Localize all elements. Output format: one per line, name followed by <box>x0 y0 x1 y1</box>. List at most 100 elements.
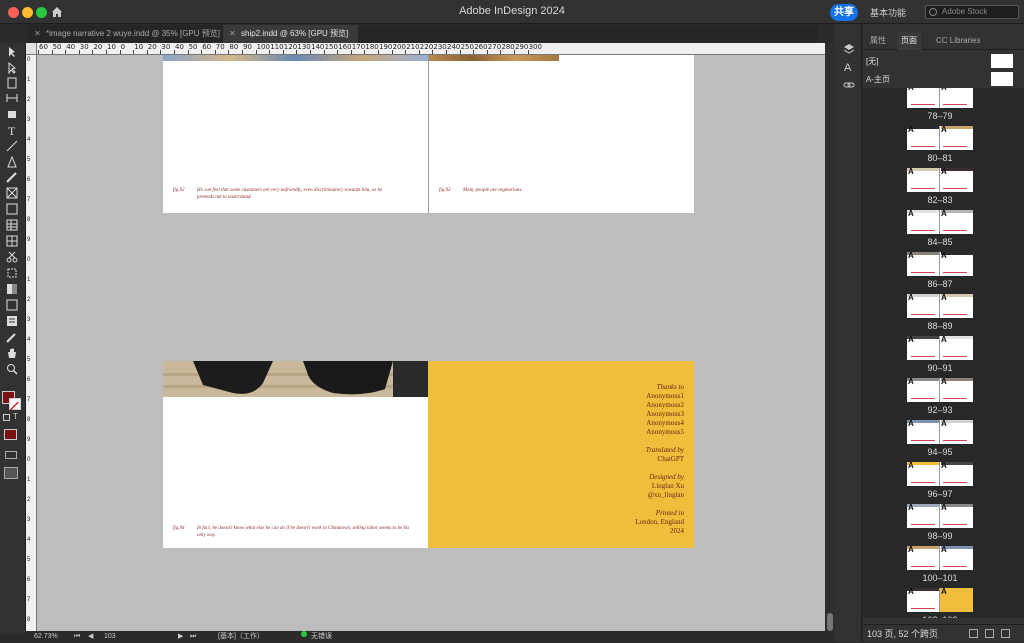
spread-thumbnail[interactable]: A A 90–91 <box>907 335 973 373</box>
vertical-ruler[interactable]: 0 1 2 3 4 5 6 7 8 9 0 1 2 3 4 5 6 7 8 9 0 1 2 3 4 5 6 7 8 <box>26 43 37 631</box>
spread-thumbnail[interactable]: A A 86–87 <box>907 251 973 289</box>
ruler-origin[interactable] <box>26 43 37 55</box>
page-left-bottom[interactable]: fig.94 In fact, he doesn't know what els… <box>163 361 428 548</box>
ruler-tick-label: 4 <box>27 337 31 343</box>
delete-page-icon[interactable] <box>1001 629 1010 638</box>
ruler-tick-label: 190 <box>379 43 393 51</box>
credits-page[interactable]: Thanks to Anonymous1 Anonymous2 Anonymou… <box>428 361 694 548</box>
page-right-top[interactable]: fig.93 Many people are vegetarians. <box>428 55 694 213</box>
ruler-tick <box>78 50 80 54</box>
ruler-tick-label: 100 <box>256 43 270 51</box>
grid-tool-icon[interactable] <box>5 234 19 247</box>
spread-thumbnail[interactable]: A A 94–95 <box>907 419 973 457</box>
workspace-switcher[interactable]: 基本功能 <box>870 6 906 19</box>
search-placeholder: Adobe Stock <box>942 7 988 16</box>
preflight-errors[interactable]: 无错误 <box>311 631 332 642</box>
page-number-field[interactable]: 103 <box>104 631 116 642</box>
spread-thumbnail[interactable]: A A 82–83 <box>907 167 973 205</box>
horizontal-ruler[interactable]: 60 50 40 30 20 10 0 10 20 30 40 50 60 70 80 90 100 110 120… <box>37 43 825 55</box>
tab-pages[interactable]: 页面 <box>897 32 921 50</box>
spread-thumbnail[interactable]: A A 98–99 <box>907 503 973 541</box>
note-tool-icon[interactable] <box>5 314 19 326</box>
close-tab-icon[interactable]: ✕ <box>229 25 236 43</box>
free-transform-tool-icon[interactable] <box>5 266 19 278</box>
tab-ship2[interactable]: ✕ ship2.indd @ 63% [GPU 预览] <box>223 25 358 43</box>
ruler-tick-label: 5 <box>27 357 31 363</box>
scrollbar-thumb[interactable] <box>827 613 833 631</box>
selection-tool-icon[interactable] <box>5 45 19 57</box>
prev-page-button[interactable]: ◀ <box>88 631 93 642</box>
spread-thumbnail[interactable]: A A 96–97 <box>907 461 973 499</box>
zoom-tool-icon[interactable] <box>5 362 19 375</box>
thumb-caption-line <box>911 482 935 483</box>
table-tool-icon[interactable] <box>5 218 19 231</box>
ruler-tick <box>133 50 135 54</box>
tab-cc-libraries[interactable]: CC Libraries <box>936 32 980 50</box>
page-left-top[interactable]: fig.92 He can feel that some customers a… <box>163 55 428 213</box>
spread-thumbnail[interactable]: A A 84–85 <box>907 209 973 247</box>
ruler-tick <box>255 50 257 54</box>
master-letter: A <box>908 587 914 596</box>
screen-mode-icon[interactable] <box>4 467 18 479</box>
spread-thumbnail[interactable]: A A 100–101 <box>907 545 973 583</box>
pencil-tool-icon[interactable] <box>5 170 19 183</box>
ruler-tick <box>418 50 420 54</box>
eyedropper-tool-icon[interactable] <box>5 330 19 343</box>
spread-thumbnail[interactable]: AA78–79 <box>907 88 973 121</box>
type-tool-icon[interactable]: T <box>5 123 19 138</box>
tab-properties[interactable]: 属性 <box>870 32 886 50</box>
formatting-affects-text-icon[interactable]: T <box>13 412 18 421</box>
content-collector-icon[interactable] <box>5 106 19 118</box>
spread-thumbnail[interactable]: A A 80–81 <box>907 125 973 163</box>
vertical-scrollbar[interactable] <box>825 43 835 631</box>
first-page-button[interactable]: ⏮ <box>74 631 80 642</box>
gradient-tool-icon[interactable] <box>5 282 19 294</box>
master-a[interactable]: A-主页 <box>863 70 1024 89</box>
ruler-tick-label: 80 <box>229 43 239 51</box>
new-page-icon[interactable] <box>985 629 994 638</box>
preflight-profile[interactable]: [基本]（工作） <box>218 631 264 642</box>
pasteboard[interactable]: fig.92 He can feel that some customers a… <box>37 55 825 631</box>
master-letter: A <box>908 335 914 344</box>
adobe-stock-search-input[interactable]: Adobe Stock <box>925 5 1019 19</box>
tab-image-narrative[interactable]: ✕ *image narrative 2 wuye.indd @ 35% [GP… <box>28 25 223 43</box>
last-page-button[interactable]: ⏭ <box>190 631 196 642</box>
character-styles-icon[interactable]: A <box>843 59 855 74</box>
share-button[interactable]: 共享 <box>830 4 858 21</box>
gradient-feather-tool-icon[interactable] <box>5 298 19 311</box>
gap-tool-icon[interactable] <box>5 91 19 103</box>
spread-thumbnail[interactable]: A A 88–89 <box>907 293 973 331</box>
page-thumbnail-list[interactable]: AA78–79 AA80–81 AA82–83 AA84–85 AA86–87 AA88–… <box>863 88 1024 618</box>
ruler-tick-label: 50 <box>188 43 198 51</box>
zoom-level[interactable]: 62.73% <box>34 631 58 642</box>
stroke-swatch[interactable] <box>9 398 21 411</box>
ruler-tick-label: 90 <box>243 43 252 51</box>
master-letter: A <box>941 209 947 218</box>
ruler-tick <box>446 50 447 54</box>
pen-tool-icon[interactable] <box>5 155 19 168</box>
ruler-tick-label: 30 <box>79 43 89 51</box>
next-page-button[interactable]: ▶ <box>178 631 183 642</box>
line-tool-icon[interactable] <box>5 139 19 152</box>
page-tool-icon[interactable] <box>5 76 19 89</box>
master-none[interactable]: [无] <box>863 52 1024 71</box>
apply-color-swatch[interactable] <box>4 429 17 440</box>
close-tab-icon[interactable]: ✕ <box>34 25 41 43</box>
direct-selection-tool-icon[interactable] <box>5 61 19 75</box>
spread-preview: AA <box>907 335 973 360</box>
hand-tool-icon[interactable] <box>5 346 19 358</box>
master-letter: A <box>908 419 914 428</box>
edit-page-size-icon[interactable] <box>969 629 978 638</box>
links-icon[interactable] <box>843 78 855 90</box>
layers-icon[interactable] <box>843 42 855 54</box>
rectangle-tool-icon[interactable] <box>5 202 19 215</box>
thanks-label: Thanks to <box>656 383 684 391</box>
rectangle-frame-tool-icon[interactable] <box>5 186 19 199</box>
formatting-affects-container-icon[interactable] <box>3 414 10 421</box>
master-letter: A <box>941 335 947 344</box>
translator-name: ChatGPT <box>657 455 684 463</box>
scissors-tool-icon[interactable] <box>5 250 19 263</box>
spread-thumbnail[interactable]: AA102–103 <box>907 587 973 618</box>
preview-mode-icon[interactable] <box>5 451 17 459</box>
spread-thumbnail[interactable]: A A 92–93 <box>907 377 973 415</box>
